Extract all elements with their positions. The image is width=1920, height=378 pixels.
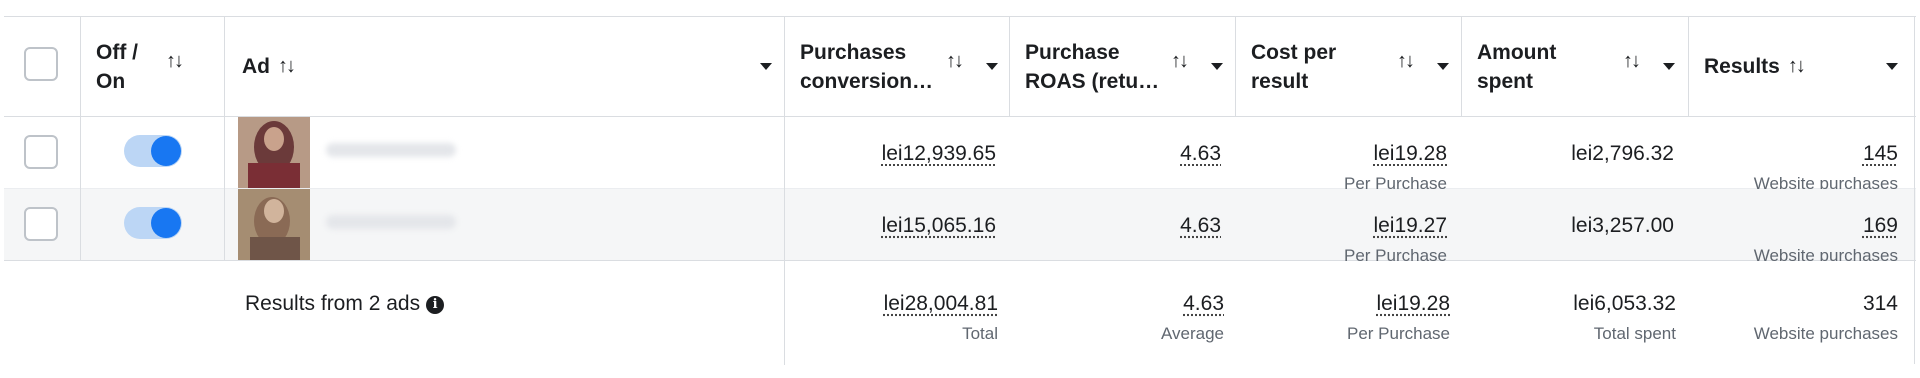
column-header-cost-per-result[interactable]: Cost per result ↑↓ — [1251, 17, 1461, 116]
chevron-down-icon[interactable] — [1437, 63, 1449, 70]
sort-icon[interactable]: ↑↓ — [946, 50, 964, 73]
total-purchases-conversion-subtext: Total — [962, 324, 998, 343]
column-divider — [1235, 17, 1236, 116]
chevron-down-icon[interactable] — [760, 63, 772, 70]
totals-row: Results from 2 ads i lei28,004.81 Total 4… — [4, 261, 1916, 365]
total-results-subtext: Website purchases — [1753, 324, 1898, 343]
column-divider — [1009, 17, 1010, 116]
column-label-off-on: Off / On — [96, 40, 138, 93]
total-results-value: 314 — [1862, 292, 1898, 315]
column-divider — [1461, 17, 1462, 116]
column-label-results: Results — [1704, 55, 1780, 78]
ad-status-toggle[interactable] — [124, 207, 182, 239]
table-row[interactable]: lei12,939.65 4.63 lei19.28 Per Purchase … — [4, 117, 1916, 193]
ad-thumbnail-image — [238, 189, 310, 260]
purchases-conversion-value[interactable]: lei12,939.65 — [882, 141, 996, 167]
sort-icon[interactable]: ↑↓ — [1788, 55, 1806, 78]
amount-spent-value: lei2,796.32 — [1571, 142, 1674, 165]
table-row[interactable]: lei15,065.16 4.63 lei19.27 Per Purchase … — [4, 189, 1916, 265]
purchase-roas-value[interactable]: 4.63 — [1180, 141, 1221, 167]
toggle-knob — [151, 208, 181, 238]
row-checkbox[interactable] — [24, 207, 58, 241]
column-header-results[interactable]: Results ↑↓ — [1704, 17, 1904, 116]
results-summary-label: Results from 2 ads i — [245, 291, 445, 317]
chevron-down-icon[interactable] — [1211, 63, 1223, 70]
results-value[interactable]: 169 — [1863, 213, 1898, 239]
toggle-knob — [151, 136, 181, 166]
info-icon[interactable]: i — [426, 296, 445, 314]
ads-table: Off / On ↑↓ Ad ↑↓ Purchases conversion… … — [4, 16, 1916, 365]
chevron-down-icon[interactable] — [1886, 63, 1898, 70]
column-divider — [224, 17, 225, 260]
total-amount-spent-value: lei6,053.32 — [1573, 292, 1676, 315]
total-amount-spent-subtext: Total spent — [1593, 324, 1676, 343]
column-label-purchases-conversion: Purchases conversion… — [800, 40, 934, 93]
column-header-ad[interactable]: Ad ↑↓ — [242, 17, 782, 116]
row-checkbox[interactable] — [24, 135, 58, 169]
chevron-down-icon[interactable] — [986, 63, 998, 70]
purchase-roas-value[interactable]: 4.63 — [1180, 213, 1221, 239]
cost-per-result-value[interactable]: lei19.28 — [1373, 141, 1447, 167]
ad-name-blurred[interactable] — [326, 215, 456, 229]
column-label-cost-per-result: Cost per result — [1251, 40, 1337, 93]
column-header-purchase-roas[interactable]: Purchase ROAS (retu… ↑↓ — [1025, 17, 1235, 116]
sort-icon[interactable]: ↑↓ — [166, 50, 184, 73]
column-header-off-on[interactable]: Off / On ↑↓ — [96, 17, 216, 116]
amount-spent-value: lei3,257.00 — [1571, 214, 1674, 237]
total-purchase-roas-value[interactable]: 4.63 — [1183, 291, 1224, 317]
column-divider — [1688, 17, 1689, 116]
column-header-purchases-conversion[interactable]: Purchases conversion… ↑↓ — [800, 17, 1010, 116]
column-label-amount-spent: Amount spent — [1477, 40, 1557, 93]
cost-per-result-value[interactable]: lei19.27 — [1373, 213, 1447, 239]
column-divider — [784, 17, 785, 365]
results-summary-text: Results from 2 ads — [245, 292, 421, 315]
total-cost-per-result-subtext: Per Purchase — [1347, 324, 1450, 343]
sort-icon[interactable]: ↑↓ — [1397, 50, 1415, 73]
column-label-purchase-roas: Purchase ROAS (retu… — [1025, 40, 1160, 93]
table-header: Off / On ↑↓ Ad ↑↓ Purchases conversion… … — [4, 17, 1916, 117]
ad-name-blurred[interactable] — [326, 143, 456, 157]
sort-icon[interactable]: ↑↓ — [1623, 50, 1641, 73]
sort-icon[interactable]: ↑↓ — [278, 55, 296, 78]
chevron-down-icon[interactable] — [1663, 63, 1675, 70]
results-value[interactable]: 145 — [1863, 141, 1898, 167]
purchases-conversion-value[interactable]: lei15,065.16 — [882, 213, 996, 239]
ad-status-toggle[interactable] — [124, 135, 182, 167]
sort-icon[interactable]: ↑↓ — [1171, 50, 1189, 73]
column-divider — [80, 17, 81, 260]
total-purchase-roas-subtext: Average — [1160, 324, 1224, 343]
column-header-amount-spent[interactable]: Amount spent ↑↓ — [1477, 17, 1687, 116]
table-right-border — [1914, 16, 1915, 364]
select-all-checkbox[interactable] — [24, 47, 58, 81]
column-label-ad: Ad — [242, 55, 270, 78]
total-purchases-conversion-value[interactable]: lei28,004.81 — [884, 291, 998, 317]
total-cost-per-result-value[interactable]: lei19.28 — [1376, 291, 1450, 317]
ad-thumbnail-image — [238, 117, 310, 188]
